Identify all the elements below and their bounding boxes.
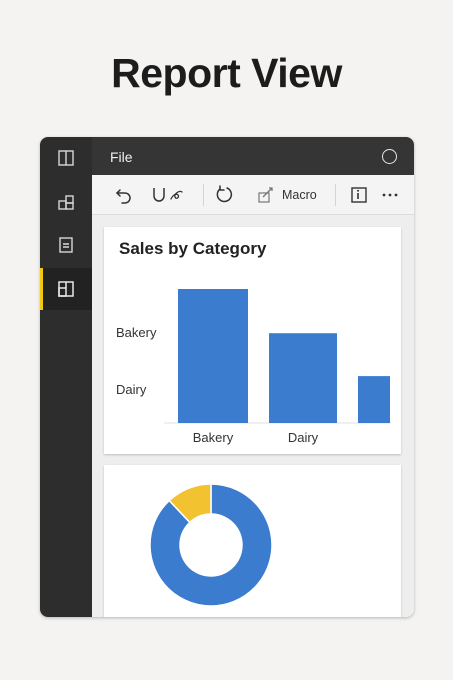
nav-report[interactable] [40, 268, 92, 310]
account-circle-icon[interactable] [382, 149, 397, 164]
undo-button[interactable] [112, 183, 136, 207]
data-icon [59, 237, 73, 253]
underline-format-icon [153, 188, 183, 202]
macro-label: Macro [282, 188, 317, 202]
nav-model[interactable] [40, 181, 92, 223]
bar-chart-card[interactable]: Sales by Category Bakery Dairy Bakery Dairy [104, 227, 401, 454]
file-menu[interactable]: File [110, 149, 133, 165]
macro-button[interactable]: Macro [256, 183, 326, 207]
info-button[interactable] [347, 183, 371, 207]
refresh-icon [216, 185, 233, 203]
toolbar-separator [335, 184, 336, 206]
app-window: File Macro Sales by Category Bakery Dair… [40, 137, 414, 617]
model-icon [58, 195, 74, 210]
info-panel-icon [351, 187, 367, 203]
macro-icon [258, 187, 273, 203]
bar-2 [358, 376, 390, 423]
x-tick-label: Dairy [288, 430, 319, 445]
y-tick-label: Bakery [116, 325, 157, 340]
report-canvas: Sales by Category Bakery Dairy Bakery Dairy [92, 215, 414, 617]
bar-1 [269, 333, 337, 423]
more-icon [382, 193, 398, 197]
toolbar: Macro [92, 175, 414, 215]
report-icon [58, 281, 74, 297]
bar-chart: Bakery Dairy Bakery Dairy [116, 289, 391, 445]
page-title: Report View [111, 50, 342, 96]
bar-0 [178, 289, 248, 423]
more-options-button[interactable] [378, 183, 402, 207]
donut-chart-card[interactable] [104, 465, 401, 617]
undo-icon [115, 189, 131, 204]
title-bar: File [92, 137, 414, 175]
nav-data[interactable] [40, 224, 92, 266]
x-tick-label: Bakery [193, 430, 234, 445]
refresh-button[interactable] [212, 183, 236, 207]
y-tick-label: Dairy [116, 382, 147, 397]
toolbar-separator [203, 184, 204, 206]
left-nav-rail [40, 137, 92, 617]
columns-icon [58, 150, 74, 166]
donut-chart [149, 483, 273, 607]
underline-button[interactable] [148, 183, 188, 207]
nav-columns[interactable] [40, 137, 92, 179]
